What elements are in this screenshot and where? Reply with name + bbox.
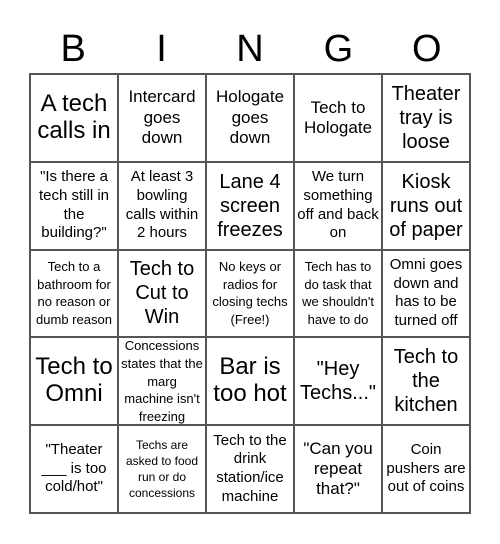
bingo-cell-r2-c3[interactable]: Lane 4 screen freezes bbox=[206, 161, 294, 250]
bingo-cell-r1-c4[interactable]: Tech to Hologate bbox=[294, 74, 382, 162]
bingo-grid: A tech calls in Intercard goes down Holo… bbox=[29, 73, 471, 514]
header-letter-b: B bbox=[60, 28, 86, 70]
bingo-cell-r5-c1[interactable]: "Theater ___ is too cold/hot" bbox=[30, 425, 118, 513]
bingo-cell-r3-c5[interactable]: Omni goes down and has to be turned off bbox=[382, 249, 470, 338]
header-letter-o: O bbox=[411, 28, 442, 70]
header-letter-g: G bbox=[323, 28, 354, 70]
bingo-cell-r2-c4[interactable]: We turn something off and back on bbox=[294, 161, 382, 250]
bingo-cell-r1-c2[interactable]: Intercard goes down bbox=[118, 74, 206, 162]
bingo-cell-r4-c5[interactable]: Tech to the kitchen bbox=[382, 337, 470, 426]
bingo-cell-r1-c5[interactable]: Theater tray is loose bbox=[382, 74, 470, 162]
header-letter-n: N bbox=[236, 28, 264, 70]
bingo-cell-r5-c4[interactable]: "Can you repeat that?" bbox=[294, 425, 382, 513]
header-letter-i: I bbox=[156, 28, 167, 70]
bingo-cell-r2-c5[interactable]: Kiosk runs out of paper bbox=[382, 161, 470, 250]
bingo-cell-r3-c2[interactable]: Tech to Cut to Win bbox=[118, 249, 206, 338]
bingo-cell-r1-c3[interactable]: Hologate goes down bbox=[206, 74, 294, 162]
bingo-cell-r5-c3[interactable]: Tech to the drink station/ice machine bbox=[206, 425, 294, 513]
bingo-cell-r5-c2[interactable]: Techs are asked to food run or do conces… bbox=[118, 425, 206, 513]
bingo-cell-r4-c3[interactable]: Bar is too hot bbox=[206, 337, 294, 426]
bingo-cell-r3-c4[interactable]: Tech has to do task that we shouldn't ha… bbox=[294, 249, 382, 338]
bingo-cell-r3-c1[interactable]: Tech to a bathroom for no reason or dumb… bbox=[30, 249, 118, 338]
bingo-cell-r4-c2[interactable]: Concessions states that the marg machine… bbox=[118, 337, 206, 426]
bingo-cell-r2-c2[interactable]: At least 3 bowling calls within 2 hours bbox=[118, 161, 206, 250]
bingo-cell-r5-c5[interactable]: Coin pushers are out of coins bbox=[382, 425, 470, 513]
bingo-cell-r1-c1[interactable]: A tech calls in bbox=[30, 74, 118, 162]
bingo-cell-r4-c1[interactable]: Tech to Omni bbox=[30, 337, 118, 426]
bingo-cell-r2-c1[interactable]: "Is there a tech still in the building?" bbox=[30, 161, 118, 250]
bingo-cell-r4-c4[interactable]: "Hey Techs..." bbox=[294, 337, 382, 426]
bingo-cell-r3-c3[interactable]: No keys or radios for closing techs (Fre… bbox=[206, 249, 294, 338]
bingo-header: B I N G O bbox=[29, 26, 471, 72]
